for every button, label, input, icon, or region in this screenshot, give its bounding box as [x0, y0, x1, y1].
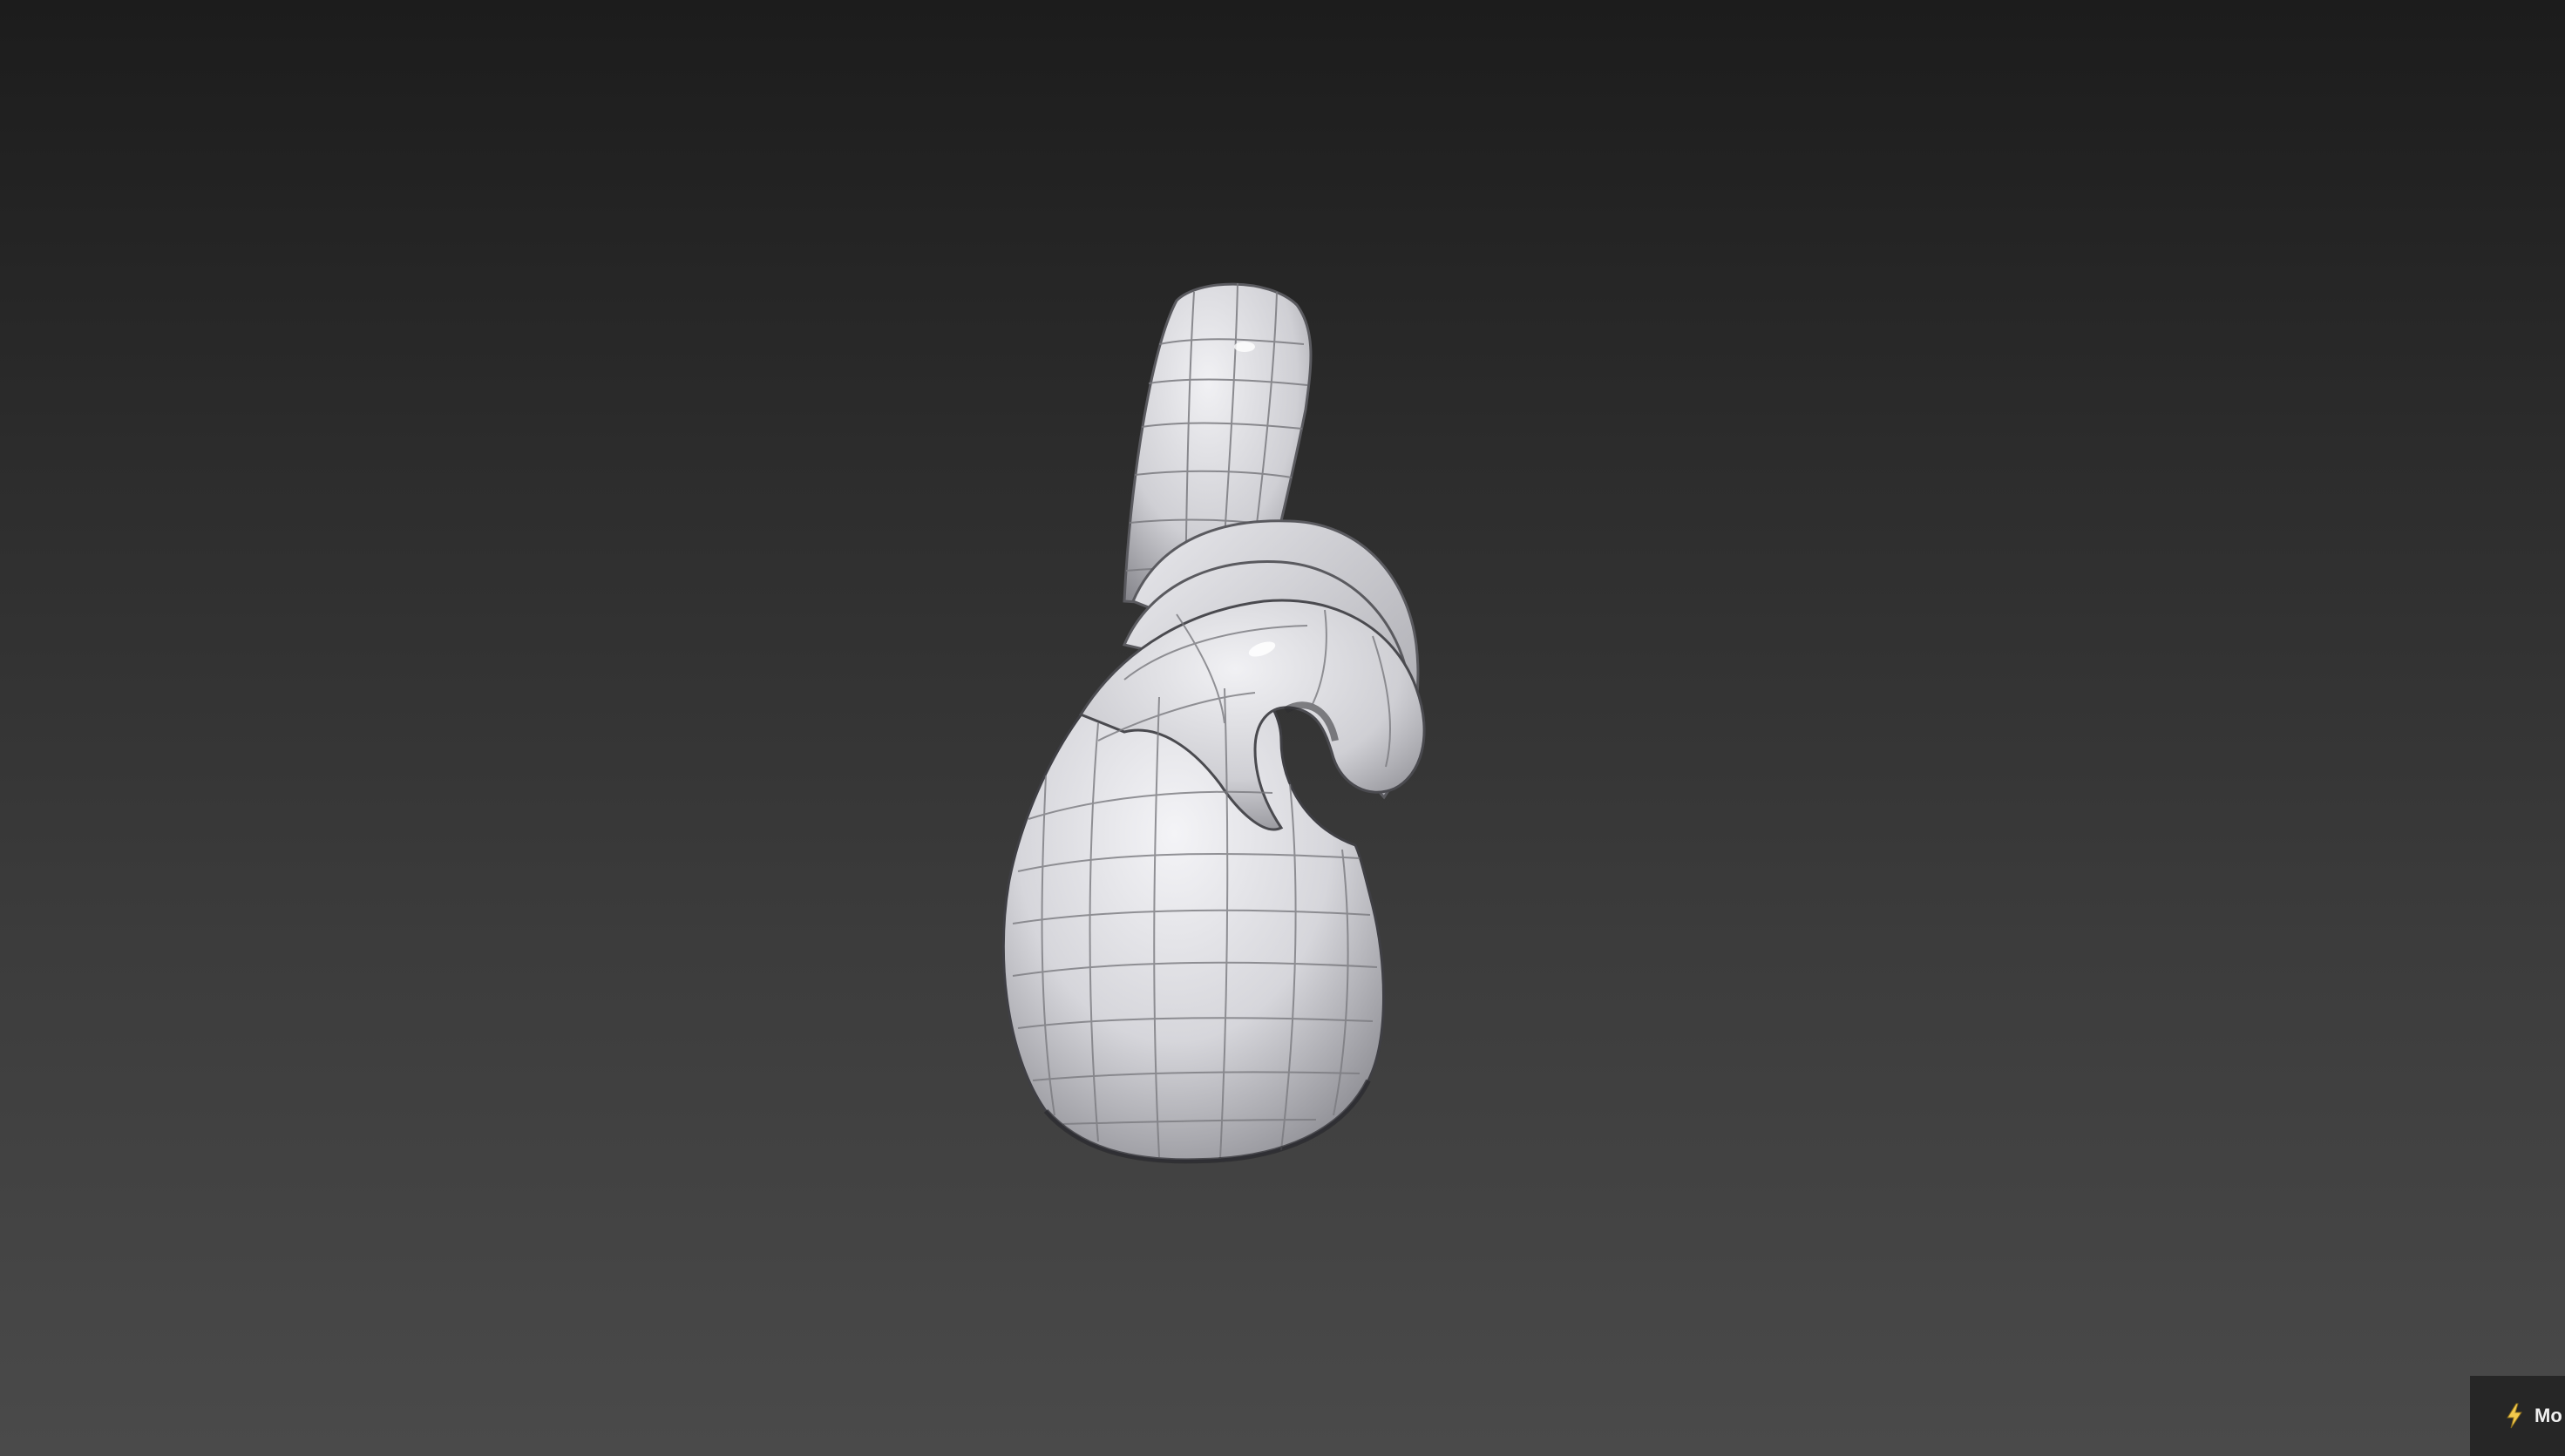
corner-chip[interactable]: Mo	[2470, 1376, 2565, 1456]
chip-label: Mo	[2534, 1405, 2562, 1426]
hand-model[interactable]	[0, 0, 2565, 1456]
3d-viewport[interactable]: Mo	[0, 0, 2565, 1456]
lightning-bolt-icon	[2507, 1403, 2522, 1429]
